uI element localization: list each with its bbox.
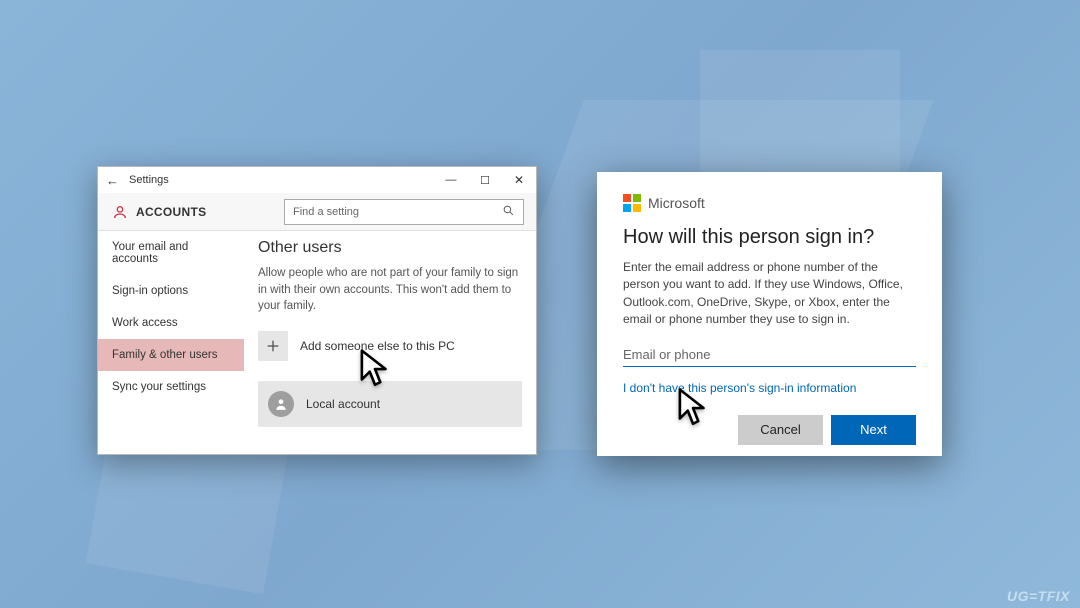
settings-sidebar: Your email and accounts Sign-in options … xyxy=(98,231,244,454)
microsoft-logo-icon xyxy=(623,194,641,212)
no-signin-info-link[interactable]: I don't have this person's sign-in infor… xyxy=(623,381,916,395)
settings-content: Other users Allow people who are not par… xyxy=(244,231,536,454)
accounts-icon xyxy=(112,204,128,220)
add-someone-label: Add someone else to this PC xyxy=(300,339,455,353)
section-description: Allow people who are not part of your fa… xyxy=(258,265,522,315)
sidebar-item-signin-options[interactable]: Sign-in options xyxy=(98,275,244,307)
settings-header: ACCOUNTS Find a setting xyxy=(98,193,536,231)
settings-window: ← Settings — ☐ ✕ ACCOUNTS Find a setting xyxy=(97,166,537,455)
email-phone-input[interactable]: Email or phone xyxy=(623,343,916,367)
sidebar-item-sync-settings[interactable]: Sync your settings xyxy=(98,371,244,403)
minimize-button[interactable]: — xyxy=(434,167,468,193)
local-account-row[interactable]: Local account xyxy=(258,381,522,427)
sidebar-item-family-other-users[interactable]: Family & other users xyxy=(98,339,244,371)
sidebar-item-work-access[interactable]: Work access xyxy=(98,307,244,339)
sidebar-item-email-accounts[interactable]: Your email and accounts xyxy=(98,231,244,275)
ms-signin-dialog: Microsoft How will this person sign in? … xyxy=(597,172,942,456)
search-input[interactable]: Find a setting xyxy=(284,199,524,225)
dialog-description: Enter the email address or phone number … xyxy=(623,259,916,329)
cancel-button[interactable]: Cancel xyxy=(738,415,823,445)
dialog-heading: How will this person sign in? xyxy=(623,226,916,249)
plus-icon xyxy=(258,331,288,361)
next-button[interactable]: Next xyxy=(831,415,916,445)
section-heading: Other users xyxy=(258,239,522,257)
watermark: UG=TFIX xyxy=(1007,588,1070,604)
maximize-button[interactable]: ☐ xyxy=(468,167,502,193)
search-icon xyxy=(502,204,515,220)
local-account-label: Local account xyxy=(306,397,380,411)
accounts-label: ACCOUNTS xyxy=(136,205,206,219)
avatar-icon xyxy=(268,391,294,417)
search-placeholder: Find a setting xyxy=(293,206,359,218)
add-someone-row[interactable]: Add someone else to this PC xyxy=(258,331,522,361)
close-button[interactable]: ✕ xyxy=(502,167,536,193)
window-titlebar: ← Settings — ☐ ✕ xyxy=(98,167,536,193)
back-icon[interactable]: ← xyxy=(106,173,119,188)
ms-brand-row: Microsoft xyxy=(623,194,916,212)
window-title: Settings xyxy=(129,174,169,186)
ms-brand-label: Microsoft xyxy=(648,195,705,211)
